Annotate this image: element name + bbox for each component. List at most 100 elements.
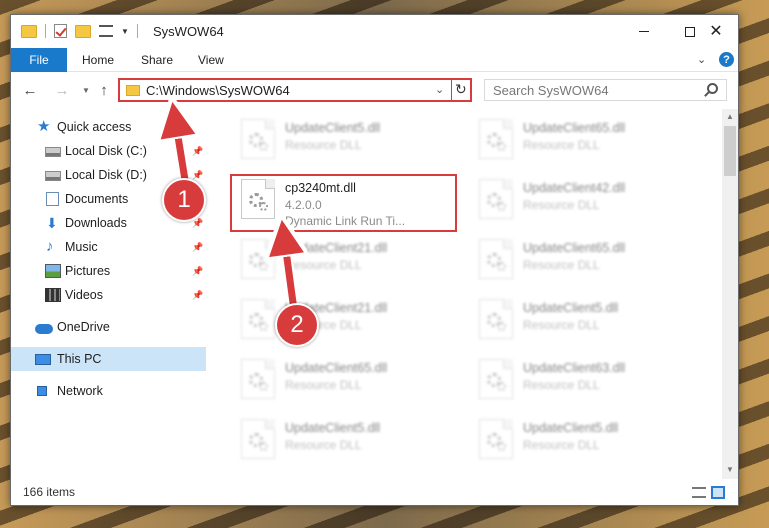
expand-ribbon-icon[interactable]: ⌄ <box>697 53 706 66</box>
list-item[interactable]: UpdateClient5.dll Resource DLL <box>216 411 446 467</box>
list-item[interactable]: UpdateClient5.dll Resource DLL <box>454 411 684 467</box>
cloud-icon <box>35 323 53 334</box>
properties-check-icon[interactable] <box>54 24 67 38</box>
sidebar-item-label: Pictures <box>65 264 111 278</box>
refresh-icon[interactable]: ↻ <box>455 81 467 98</box>
navigation-pane: ★ Quick access Local Disk (C:) 📌 Local D… <box>11 109 206 477</box>
toolbar-separator <box>136 24 138 38</box>
star-icon: ★ <box>37 118 51 135</box>
sidebar-item-label: Network <box>57 384 103 398</box>
window-title: SysWOW64 <box>153 24 224 39</box>
dll-file-icon <box>479 299 513 339</box>
toolbar-separator <box>45 24 46 38</box>
sidebar-item-onedrive[interactable]: OneDrive <box>11 315 206 339</box>
recent-locations-button[interactable]: ▼ <box>77 81 95 99</box>
large-icons-view-icon[interactable] <box>711 486 725 499</box>
chevron-down-icon[interactable]: ▼ <box>121 27 129 36</box>
sidebar-item-label: Downloads <box>65 216 127 230</box>
title-bar: ▼ SysWOW64 ✕ <box>11 15 738 48</box>
sidebar-item-label: This PC <box>57 352 102 366</box>
minimize-button[interactable] <box>621 15 667 48</box>
dll-file-icon <box>479 359 513 399</box>
pin-icon[interactable]: 📌 <box>192 170 203 181</box>
close-button[interactable]: ✕ <box>693 15 739 48</box>
file-explorer-window: ▼ SysWOW64 ✕ File Home Share View ⌄ ? ← … <box>10 14 739 506</box>
list-item[interactable]: UpdateClient5.dll Resource DLL <box>454 291 684 347</box>
close-icon: ✕ <box>709 22 723 40</box>
list-item[interactable]: UpdateClient5.dll Resource DLL <box>216 111 446 167</box>
file-name: UpdateClient65.dll <box>523 121 626 135</box>
pin-icon[interactable]: 📌 <box>192 290 203 301</box>
list-item[interactable]: UpdateClient42.dll Resource DLL <box>454 171 684 227</box>
sidebar-item-music[interactable]: ♪ Music 📌 <box>11 235 206 259</box>
navigation-bar: ← → ▼ ↑ C:\Windows\SysWOW64 ⌄ ↻ Search S… <box>11 72 738 108</box>
help-icon[interactable]: ? <box>719 52 734 67</box>
file-name: UpdateClient65.dll <box>523 241 626 255</box>
list-item[interactable]: UpdateClient21.dll Resource DLL <box>216 231 446 287</box>
dll-file-icon <box>479 119 513 159</box>
file-name: UpdateClient63.dll <box>523 361 626 375</box>
tab-file[interactable]: File <box>11 48 67 72</box>
list-item[interactable]: UpdateClient65.dll Resource DLL <box>454 111 684 167</box>
sidebar-item-label: Local Disk (C:) <box>65 144 147 158</box>
tab-share[interactable]: Share <box>141 48 173 72</box>
pin-icon[interactable]: 📌 <box>192 242 203 253</box>
sidebar-item-network[interactable]: Network <box>11 379 206 403</box>
sidebar-item-label: Quick access <box>57 120 132 134</box>
file-name: UpdateClient5.dll <box>285 121 381 135</box>
list-item[interactable]: UpdateClient65.dll Resource DLL <box>454 231 684 287</box>
file-type: Resource DLL <box>523 138 600 152</box>
forward-button[interactable]: → <box>53 81 71 99</box>
dll-file-icon <box>479 419 513 459</box>
file-type: Resource DLL <box>285 378 362 392</box>
sidebar-item-local-disk-c[interactable]: Local Disk (C:) 📌 <box>11 139 206 163</box>
sidebar-item-this-pc[interactable]: This PC <box>11 347 206 371</box>
address-dropdown-icon[interactable]: ⌄ <box>435 83 444 96</box>
gear-icon <box>259 142 268 151</box>
list-item[interactable]: UpdateClient63.dll Resource DLL <box>454 351 684 407</box>
address-bar[interactable]: C:\Windows\SysWOW64 ⌄ ↻ <box>118 78 472 102</box>
step-badge-1: 1 <box>162 178 206 222</box>
file-name: UpdateClient5.dll <box>523 421 619 435</box>
step-badge-2: 2 <box>275 303 319 347</box>
file-name: UpdateClient42.dll <box>523 181 626 195</box>
up-button[interactable]: ↑ <box>95 81 113 99</box>
gear-icon <box>259 382 268 391</box>
file-name: UpdateClient5.dll <box>523 301 619 315</box>
sidebar-item-label: OneDrive <box>57 320 110 334</box>
vertical-scrollbar[interactable]: ▲ ▼ <box>722 109 738 479</box>
file-type: Resource DLL <box>523 258 600 272</box>
dll-file-icon <box>241 239 275 279</box>
back-button[interactable]: ← <box>21 81 39 99</box>
search-icon[interactable] <box>707 83 718 94</box>
sidebar-item-quick-access[interactable]: ★ Quick access <box>11 115 206 139</box>
new-folder-icon[interactable] <box>75 24 91 38</box>
file-type: Resource DLL <box>523 318 600 332</box>
pin-icon[interactable]: 📌 <box>192 266 203 277</box>
computer-icon <box>35 353 51 365</box>
scroll-thumb[interactable] <box>724 126 736 176</box>
download-icon: ⬇ <box>46 215 58 231</box>
address-path[interactable]: C:\Windows\SysWOW64 <box>146 83 290 98</box>
scroll-down-icon[interactable]: ▼ <box>726 465 734 474</box>
search-input[interactable]: Search SysWOW64 <box>484 79 727 101</box>
list-item[interactable]: UpdateClient65.dll Resource DLL <box>216 351 446 407</box>
gear-icon <box>497 382 506 391</box>
pin-icon[interactable]: 📌 <box>192 146 203 157</box>
music-icon: ♪ <box>46 238 54 255</box>
dll-file-icon <box>479 179 513 219</box>
quick-access-toolbar: ▼ <box>21 24 138 38</box>
sidebar-item-videos[interactable]: Videos 📌 <box>11 283 206 307</box>
customize-toolbar-icon[interactable] <box>99 25 113 37</box>
list-item[interactable]: UpdateClient21.dll Resource DLL <box>216 291 446 347</box>
scroll-up-icon[interactable]: ▲ <box>726 112 734 121</box>
details-view-icon[interactable] <box>692 487 706 498</box>
tab-home[interactable]: Home <box>82 48 114 72</box>
file-name: UpdateClient65.dll <box>285 361 388 375</box>
sidebar-item-label: Videos <box>65 288 103 302</box>
gear-icon <box>259 262 268 271</box>
documents-icon <box>46 192 59 206</box>
tab-view[interactable]: View <box>198 48 224 72</box>
file-list: UpdateClient5.dll Resource DLL cp3240mt.… <box>216 109 721 477</box>
sidebar-item-pictures[interactable]: Pictures 📌 <box>11 259 206 283</box>
